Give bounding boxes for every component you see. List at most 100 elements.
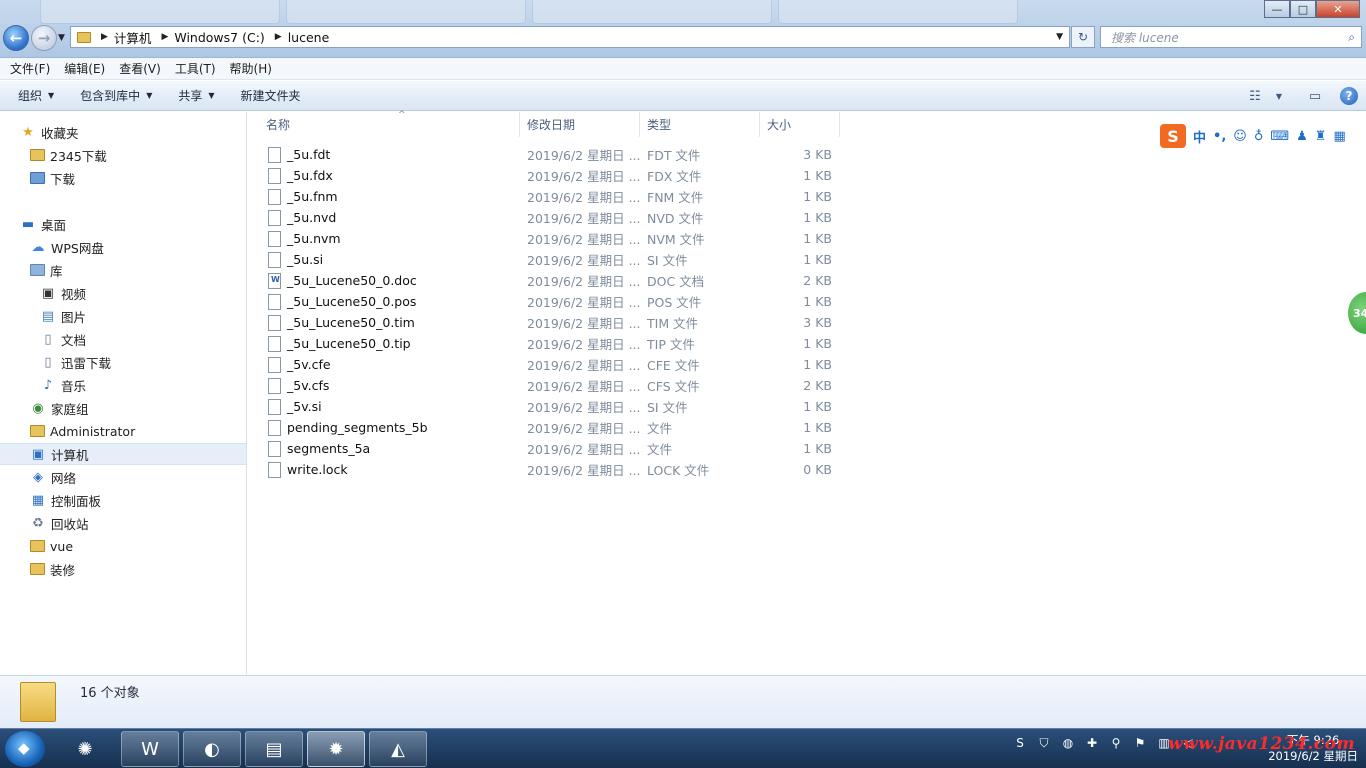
breadcrumb-drive[interactable]: Windows7 (C:) [174,30,264,45]
menu-file[interactable]: 文件(F) [10,60,50,77]
flag-icon[interactable]: ⚑ [1132,735,1148,751]
sidebar-item-desktop[interactable]: ▬ 桌面 [0,213,246,235]
search-input[interactable]: 搜索 lucene ⌕ [1100,26,1362,48]
sidebar-item-documents[interactable]: ▯ 文档 [0,328,246,350]
breadcrumb-computer[interactable]: 计算机 [114,28,152,47]
background-tab[interactable] [778,0,1018,24]
search-icon[interactable]: ⌕ [1348,30,1355,45]
file-row[interactable]: _5v.cfs 2019/6/2 星期日 ... CFS 文件 2 KB [262,375,842,396]
chevron-down-icon[interactable]: ▼ [1268,86,1290,106]
mic-icon[interactable]: ♁ [1254,129,1264,144]
new-folder-button[interactable]: 新建文件夹 [233,81,309,110]
file-row[interactable]: segments_5a 2019/6/2 星期日 ... 文件 1 KB [262,438,842,459]
file-row[interactable]: _5u.fdt 2019/6/2 星期日 ... FDT 文件 3 KB [262,144,842,165]
sidebar-item-network[interactable]: ◈ 网络 [0,466,246,488]
menu-tools[interactable]: 工具(T) [175,60,216,77]
file-row[interactable]: _5u_Lucene50_0.tim 2019/6/2 星期日 ... TIM 文件… [262,312,842,333]
recent-pages-dropdown[interactable]: ▼ [58,33,65,43]
sogou-tray-icon[interactable]: S [1012,735,1028,751]
breadcrumb-arrow-icon[interactable]: ▶ [275,32,282,42]
file-row[interactable]: _5u_Lucene50_0.tip 2019/6/2 星期日 ... TIP 文件… [262,333,842,354]
browser-icon[interactable]: ◐ [183,731,241,767]
user-icon[interactable]: ♟ [1296,129,1308,144]
wps-icon[interactable]: W [121,731,179,767]
file-row[interactable]: _5u.nvd 2019/6/2 星期日 ... NVD 文件 1 KB [262,207,842,228]
grid-icon[interactable]: ▦ [1333,129,1345,144]
shirt-icon[interactable]: ♜ [1315,129,1327,144]
file-row[interactable]: _5u.fnm 2019/6/2 星期日 ... FNM 文件 1 KB [262,186,842,207]
sidebar-item-thunder-downloads[interactable]: ▯ 迅雷下载 [0,351,246,373]
antivirus-icon[interactable]: ◍ [1060,735,1076,751]
sidebar-item-videos[interactable]: ▣ 视频 [0,282,246,304]
sidebar-item-vue[interactable]: vue [0,535,246,557]
refresh-button[interactable]: ↻ [1071,26,1095,48]
background-tab[interactable] [532,0,772,24]
file-row[interactable]: write.lock 2019/6/2 星期日 ... LOCK 文件 0 KB [262,459,842,480]
add-icon[interactable]: ✚ [1084,735,1100,751]
file-type: CFS 文件 [647,379,700,394]
column-header-name[interactable]: 名称 ^ [258,110,520,137]
file-row[interactable]: _5u.si 2019/6/2 星期日 ... SI 文件 1 KB [262,249,842,270]
file-row[interactable]: _5u_Lucene50_0.pos 2019/6/2 星期日 ... POS 文件… [262,291,842,312]
maximize-button[interactable]: □ [1290,0,1316,18]
file-row[interactable]: _5u.fdx 2019/6/2 星期日 ... FDX 文件 1 KB [262,165,842,186]
breadcrumb-arrow-icon[interactable]: ▶ [161,32,168,42]
menu-view[interactable]: 查看(V) [119,60,161,77]
column-header-size[interactable]: 大小 [760,112,840,137]
sogou-logo-icon[interactable]: S [1160,124,1186,148]
forward-button[interactable]: → [31,25,57,51]
background-tab[interactable] [286,0,526,24]
sidebar-item-libraries[interactable]: 库 [0,259,246,281]
menu-help[interactable]: 帮助(H) [230,60,272,77]
column-header-date[interactable]: 修改日期 [520,112,640,137]
sidebar-item-wps-drive[interactable]: ☁ WPS网盘 [0,236,246,258]
help-icon[interactable]: ? [1340,87,1358,105]
keyboard-icon[interactable]: ⌨ [1270,129,1289,144]
sidebar-item-favorites[interactable]: ★ 收藏夹 [0,121,246,143]
eclipse-jee-icon[interactable]: ✹ [307,731,365,767]
file-row[interactable]: _5u_Lucene50_0.doc 2019/6/2 星期日 ... DOC 文档… [262,270,842,291]
sidebar-item-control-panel[interactable]: ▦ 控制面板 [0,489,246,511]
column-header-type[interactable]: 类型 [640,112,760,137]
security-shield-icon[interactable]: ⛉ [1036,735,1052,751]
sidebar-item-2345-downloads[interactable]: 2345下载 [0,144,246,166]
explorer-icon[interactable]: ▤ [245,731,303,767]
back-button[interactable]: ← [3,25,29,51]
file-row[interactable]: pending_segments_5b 2019/6/2 星期日 ... 文件 1 K… [262,417,842,438]
breadcrumb-arrow-icon[interactable]: ▶ [101,32,108,42]
sidebar-item-administrator[interactable]: Administrator [0,420,246,442]
background-tab[interactable] [40,0,280,24]
smiley-icon[interactable]: ☺ [1233,129,1247,144]
address-bar[interactable]: ▶ 计算机 ▶ Windows7 (C:) ▶ lucene ▼ [70,26,1070,48]
file-row[interactable]: _5v.cfe 2019/6/2 星期日 ... CFE 文件 1 KB [262,354,842,375]
minimize-button[interactable]: — [1264,0,1290,18]
breadcrumb-lucene[interactable]: lucene [288,30,330,45]
include-in-library-button[interactable]: 包含到库中 ▼ [72,81,160,110]
360-browser-icon[interactable]: ✺ [56,731,114,767]
start-button[interactable] [5,731,45,767]
file-date: 2019/6/2 星期日 ... [527,316,641,331]
sidebar-item-music[interactable]: ♪ 音乐 [0,374,246,396]
usb-icon[interactable]: ⚲ [1108,735,1124,751]
close-button[interactable]: ✕ [1316,0,1360,18]
sidebar-item-renovation[interactable]: 装修 [0,558,246,580]
share-button[interactable]: 共享 ▼ [170,81,222,110]
sidebar-item-pictures[interactable]: ▤ 图片 [0,305,246,327]
mysql-dolphin-icon[interactable]: ◭ [369,731,427,767]
file-icon [268,419,281,436]
menu-edit[interactable]: 编辑(E) [64,60,105,77]
ime-punctuation-toggle[interactable]: •, [1213,129,1226,144]
star-icon: ★ [22,124,34,140]
sidebar-item-computer[interactable]: ▣ 计算机 [0,443,246,465]
address-history-dropdown[interactable]: ▼ [1056,32,1063,42]
view-options-icon[interactable]: ☷ [1244,86,1266,106]
sidebar-item-homegroup[interactable]: ◉ 家庭组 [0,397,246,419]
preview-pane-icon[interactable]: ▭ [1304,86,1326,106]
sidebar-item-downloads[interactable]: 下载 [0,167,246,189]
sidebar-item-recycle-bin[interactable]: ♻ 回收站 [0,512,246,534]
file-row[interactable]: _5u.nvm 2019/6/2 星期日 ... NVM 文件 1 KB [262,228,842,249]
folder-icon [30,540,45,552]
ime-mode-toggle[interactable]: 中 [1193,127,1206,146]
organize-button[interactable]: 组织 ▼ [10,81,62,110]
file-row[interactable]: _5v.si 2019/6/2 星期日 ... SI 文件 1 KB [262,396,842,417]
